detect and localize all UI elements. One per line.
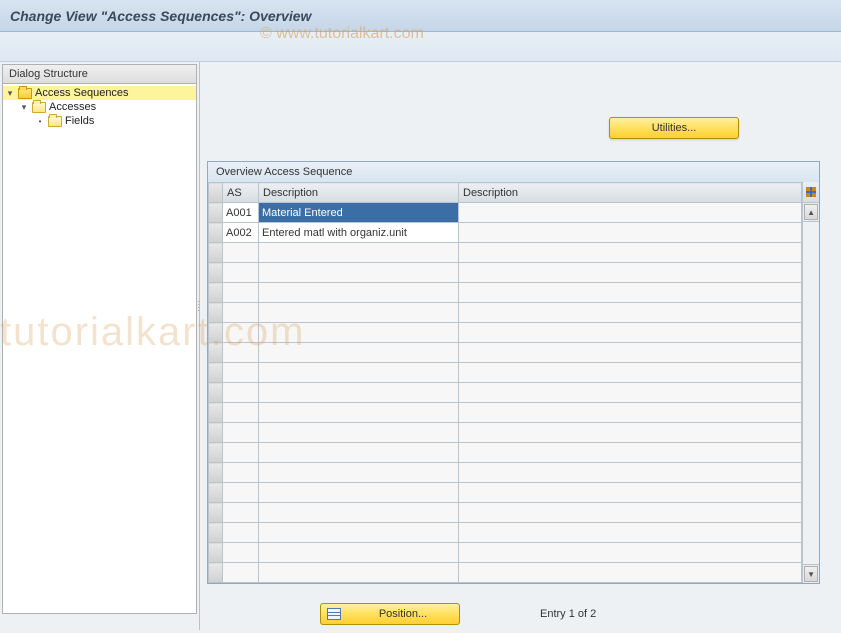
tree-item-fields[interactable]: • Fields [3,114,196,128]
tree-item-accesses[interactable]: ▾ Accesses [3,100,196,114]
utilities-button[interactable]: Utilities... [609,117,739,139]
page-title: Change View "Access Sequences": Overview [10,8,311,24]
row-selector[interactable] [209,443,223,463]
position-label: Position... [347,604,459,624]
folder-closed-icon [48,116,62,127]
column-header-description-1[interactable]: Description [259,183,459,203]
table-row[interactable]: A001 Material Entered [209,203,802,223]
table-row[interactable] [209,263,802,283]
table-title: Overview Access Sequence [208,162,819,182]
folder-open-icon [18,88,32,99]
table-side-column: ▲ ▼ [802,182,819,583]
window-title-bar: Change View "Access Sequences": Overview [0,0,841,32]
scroll-down-button[interactable]: ▼ [804,566,818,582]
scroll-up-button[interactable]: ▲ [804,204,818,220]
table-row[interactable] [209,523,802,543]
row-selector[interactable] [209,203,223,223]
row-selector[interactable] [209,343,223,363]
row-selector[interactable] [209,563,223,583]
row-selector[interactable] [209,283,223,303]
row-selector[interactable] [209,243,223,263]
cell-description-2[interactable] [459,223,802,243]
table-row[interactable] [209,483,802,503]
tree-label: Fields [65,115,94,127]
table-row[interactable] [209,383,802,403]
bottom-bar: Position... Entry 1 of 2 [200,601,841,627]
table-row[interactable] [209,363,802,383]
cell-description-2[interactable] [459,203,802,223]
application-toolbar [0,32,841,62]
bullet-icon: • [35,117,45,126]
table-row[interactable] [209,423,802,443]
row-selector[interactable] [209,383,223,403]
overview-grid: AS Description Description A001 Material… [208,182,802,583]
row-selector[interactable] [209,223,223,243]
collapse-icon[interactable]: ▾ [5,88,15,99]
column-header-selector[interactable] [209,183,223,203]
table-row[interactable] [209,403,802,423]
splitter-handle[interactable]: ···· [197,300,199,312]
row-selector[interactable] [209,423,223,443]
tree-label: Accesses [49,101,96,113]
row-selector[interactable] [209,523,223,543]
column-header-description-2[interactable]: Description [459,183,802,203]
table-row[interactable] [209,543,802,563]
row-selector[interactable] [209,483,223,503]
row-selector[interactable] [209,303,223,323]
cell-as[interactable]: A002 [223,223,259,243]
cell-description[interactable]: Entered matl with organiz.unit [259,223,459,243]
cell-description[interactable]: Material Entered [259,203,459,223]
row-selector[interactable] [209,363,223,383]
table-settings-button[interactable] [803,182,819,203]
tree-item-access-sequences[interactable]: ▾ Access Sequences [3,86,196,100]
table-row[interactable] [209,243,802,263]
cell-as[interactable]: A001 [223,203,259,223]
position-button[interactable]: Position... [320,603,460,625]
table-row[interactable] [209,323,802,343]
row-selector[interactable] [209,403,223,423]
table-row[interactable] [209,303,802,323]
table-row[interactable] [209,343,802,363]
table-row[interactable] [209,443,802,463]
tree: ▾ Access Sequences ▾ Accesses • Fields [2,84,197,614]
table-group-overview: Overview Access Sequence AS Description … [207,161,820,584]
table-row[interactable] [209,563,802,583]
column-header-as[interactable]: AS [223,183,259,203]
row-selector[interactable] [209,503,223,523]
entry-status-text: Entry 1 of 2 [540,608,596,620]
row-selector[interactable] [209,463,223,483]
folder-closed-icon [32,102,46,113]
tree-label: Access Sequences [35,87,129,99]
right-pane: Utilities... Overview Access Sequence AS… [200,62,841,630]
position-icon [327,608,341,620]
dialog-structure-sidebar: Dialog Structure ▾ Access Sequences ▾ Ac… [0,62,200,630]
table-row[interactable]: A002 Entered matl with organiz.unit [209,223,802,243]
row-selector[interactable] [209,323,223,343]
collapse-icon[interactable]: ▾ [19,102,29,113]
sidebar-header: Dialog Structure [2,64,197,84]
table-row[interactable] [209,503,802,523]
row-selector[interactable] [209,263,223,283]
row-selector[interactable] [209,543,223,563]
table-settings-icon [806,187,816,197]
table-row[interactable] [209,463,802,483]
scroll-track[interactable] [803,221,819,565]
main-content: Dialog Structure ▾ Access Sequences ▾ Ac… [0,62,841,630]
table-row[interactable] [209,283,802,303]
